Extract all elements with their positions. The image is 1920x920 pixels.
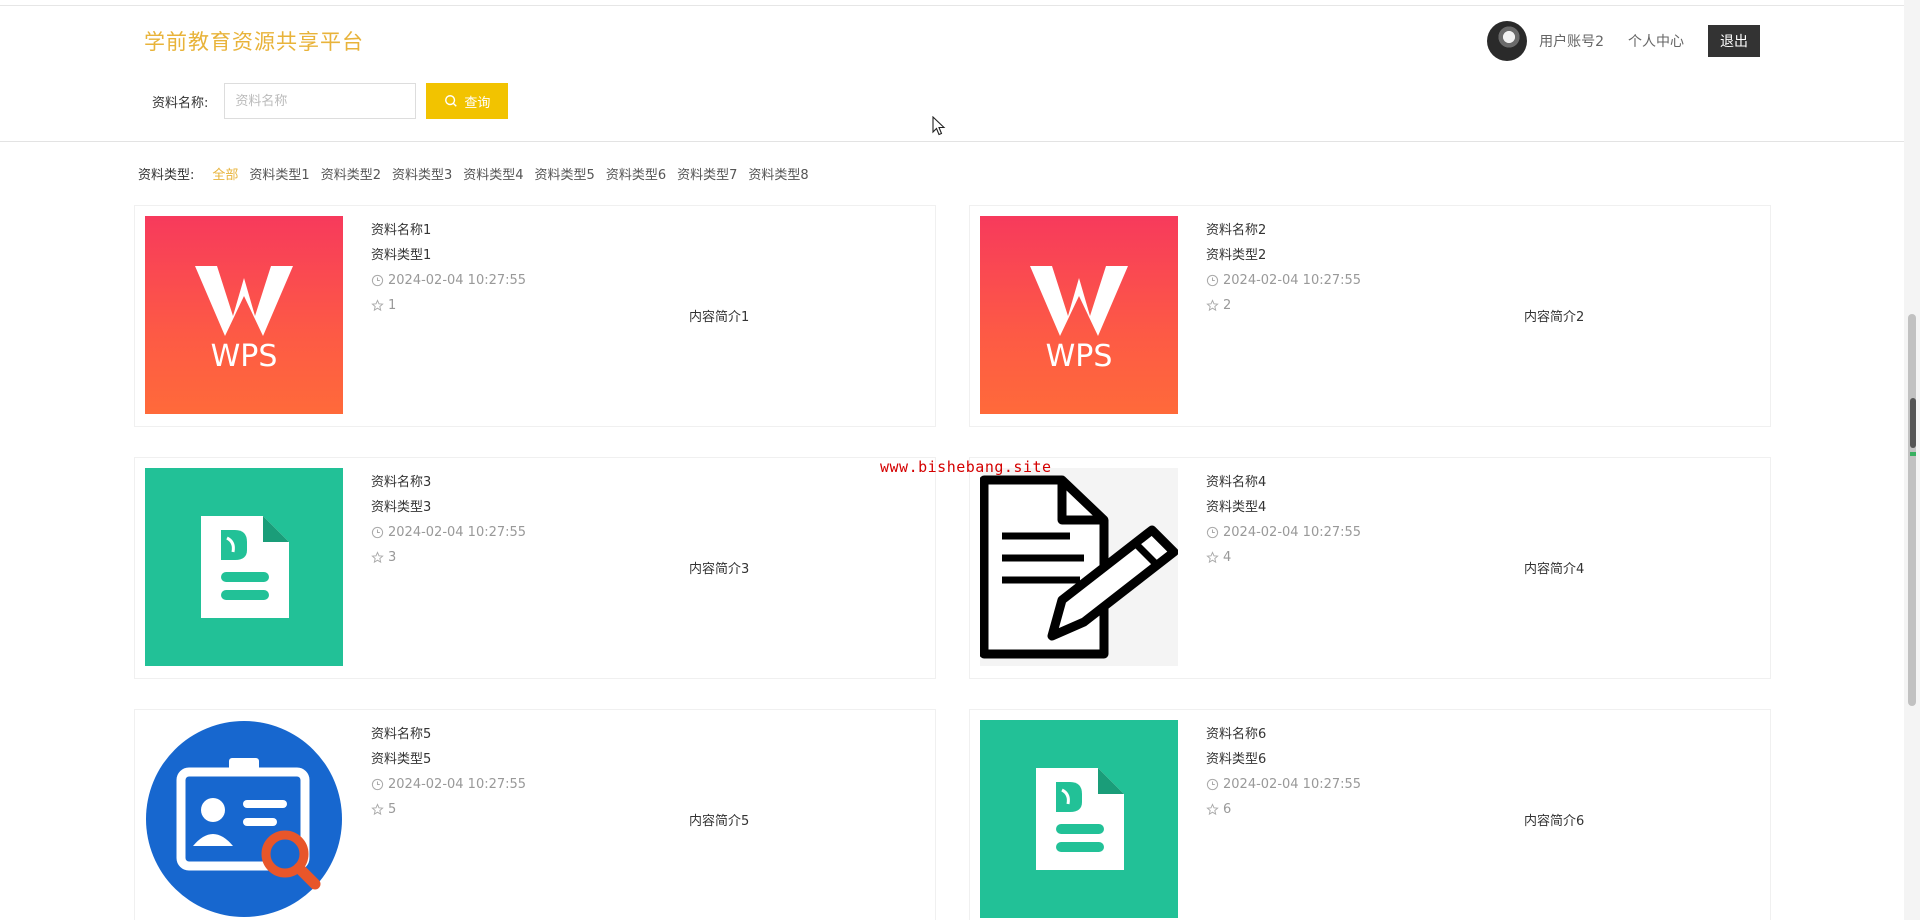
search-button-label: 查询 — [464, 95, 491, 111]
wps-thumbnail[interactable]: WPS — [980, 216, 1178, 414]
star-icon — [371, 299, 384, 312]
search-button[interactable]: 查询 — [426, 83, 509, 119]
filter-all[interactable]: 全部 — [212, 164, 238, 183]
card-info: 资料名称3 资料类型3 2024-02-04 10:27:55 3 — [371, 470, 526, 570]
search-label: 资料名称: — [152, 95, 209, 111]
clock-icon — [371, 778, 384, 791]
filter-type-2[interactable]: 资料类型2 — [321, 164, 381, 183]
clock-icon — [1206, 274, 1219, 287]
resource-name[interactable]: 资料名称5 — [371, 722, 526, 747]
resource-time: 2024-02-04 10:27:55 — [1223, 273, 1362, 288]
resource-type: 资料类型2 — [1206, 248, 1267, 263]
edit-document-thumbnail[interactable] — [980, 468, 1178, 666]
card-info: 资料名称1 资料类型1 2024-02-04 10:27:55 1 — [371, 218, 526, 318]
search-icon — [445, 95, 458, 107]
star-icon — [371, 803, 384, 816]
header: 学前教育资源共享平台 用户账号2 个人中心 退出 资料名称: 查询 — [0, 6, 1904, 142]
resource-summary: 内容简介2 — [1524, 310, 1585, 325]
resource-card[interactable]: 资料名称5 资料类型5 2024-02-04 10:27:55 5 内容简介5 — [134, 709, 936, 920]
resource-name[interactable]: 资料名称1 — [371, 218, 526, 243]
scrollbar-marker — [1910, 398, 1916, 448]
resource-stars: 4 — [1223, 550, 1232, 565]
wps-thumbnail[interactable]: WPS — [145, 216, 343, 414]
star-icon — [371, 551, 384, 564]
resource-type: 资料类型1 — [371, 248, 432, 263]
type-filter: 资料类型: 全部 资料类型1 资料类型2 资料类型3 资料类型4 资料类型5 资… — [138, 164, 820, 183]
search-row: 资料名称: 查询 — [152, 82, 509, 120]
resource-summary: 内容简介3 — [689, 562, 750, 577]
resource-time: 2024-02-04 10:27:55 — [1223, 777, 1362, 792]
wps-logo-icon: WPS — [1030, 266, 1128, 374]
resource-card[interactable]: 资料名称3 资料类型3 2024-02-04 10:27:55 3 内容简介3 — [134, 457, 936, 679]
document-thumbnail[interactable] — [145, 468, 343, 666]
star-icon — [1206, 299, 1219, 312]
resource-card[interactable]: 资料名称6 资料类型6 2024-02-04 10:27:55 6 内容简介6 — [969, 709, 1771, 920]
logout-button[interactable]: 退出 — [1708, 25, 1760, 57]
resource-time: 2024-02-04 10:27:55 — [388, 777, 527, 792]
clock-icon — [1206, 778, 1219, 791]
resource-card[interactable]: WPS 资料名称1 资料类型1 2024-02-04 10:27:55 1 内容… — [134, 205, 936, 427]
clock-icon — [371, 526, 384, 539]
avatar[interactable] — [1487, 21, 1528, 61]
resource-stars: 6 — [1223, 802, 1232, 817]
wps-logo-icon: WPS — [195, 266, 293, 374]
resource-name[interactable]: 资料名称2 — [1206, 218, 1361, 243]
filter-type-7[interactable]: 资料类型7 — [677, 164, 737, 183]
resource-time: 2024-02-04 10:27:55 — [388, 273, 527, 288]
resource-type: 资料类型3 — [371, 500, 432, 515]
resource-name[interactable]: 资料名称4 — [1206, 470, 1361, 495]
filter-label: 资料类型: — [138, 168, 195, 183]
card-info: 资料名称5 资料类型5 2024-02-04 10:27:55 5 — [371, 722, 526, 822]
resource-stars: 5 — [388, 802, 397, 817]
resource-name[interactable]: 资料名称6 — [1206, 722, 1361, 747]
filter-type-6[interactable]: 资料类型6 — [606, 164, 666, 183]
svg-text:WPS: WPS — [211, 339, 278, 374]
clock-icon — [1206, 526, 1219, 539]
mouse-cursor-icon — [932, 116, 946, 136]
resource-stars: 2 — [1223, 298, 1232, 313]
svg-text:WPS: WPS — [1046, 339, 1113, 374]
resource-summary: 内容简介4 — [1524, 562, 1585, 577]
resource-summary: 内容简介6 — [1524, 814, 1585, 829]
resource-type: 资料类型5 — [371, 752, 432, 767]
card-info: 资料名称4 资料类型4 2024-02-04 10:27:55 4 — [1206, 470, 1361, 570]
star-icon — [1206, 803, 1219, 816]
resource-name[interactable]: 资料名称3 — [371, 470, 526, 495]
username-link[interactable]: 用户账号2 — [1539, 31, 1604, 51]
scrollbar-marker-green — [1910, 452, 1916, 456]
resource-type: 资料类型6 — [1206, 752, 1267, 767]
filter-type-8[interactable]: 资料类型8 — [748, 164, 808, 183]
site-title[interactable]: 学前教育资源共享平台 — [144, 26, 364, 56]
resource-stars: 1 — [388, 298, 397, 313]
star-icon — [1206, 551, 1219, 564]
vertical-scrollbar[interactable] — [1904, 0, 1920, 920]
id-card-thumbnail[interactable] — [145, 720, 343, 918]
resource-stars: 3 — [388, 550, 397, 565]
resource-summary: 内容简介1 — [689, 310, 750, 325]
profile-link[interactable]: 个人中心 — [1628, 31, 1684, 51]
document-icon — [1036, 768, 1124, 870]
card-info: 资料名称2 资料类型2 2024-02-04 10:27:55 2 — [1206, 218, 1361, 318]
search-input[interactable] — [224, 83, 417, 119]
resource-card[interactable]: WPS 资料名称2 资料类型2 2024-02-04 10:27:55 2 内容… — [969, 205, 1771, 427]
edit-document-icon — [980, 475, 1178, 659]
card-info: 资料名称6 资料类型6 2024-02-04 10:27:55 6 — [1206, 722, 1361, 822]
filter-type-1[interactable]: 资料类型1 — [249, 164, 309, 183]
scrollbar-thumb[interactable] — [1908, 314, 1916, 706]
resource-time: 2024-02-04 10:27:55 — [388, 525, 527, 540]
resource-type: 资料类型4 — [1206, 500, 1267, 515]
filter-type-3[interactable]: 资料类型3 — [392, 164, 452, 183]
resource-summary: 内容简介5 — [689, 814, 750, 829]
filter-type-5[interactable]: 资料类型5 — [535, 164, 595, 183]
resource-card[interactable]: 资料名称4 资料类型4 2024-02-04 10:27:55 4 内容简介4 — [969, 457, 1771, 679]
user-area: 用户账号2 个人中心 退出 — [1487, 16, 1760, 66]
id-card-search-icon — [146, 721, 342, 917]
resource-time: 2024-02-04 10:27:55 — [1223, 525, 1362, 540]
watermark: www.bishebang.site — [880, 458, 1052, 476]
clock-icon — [371, 274, 384, 287]
filter-type-4[interactable]: 资料类型4 — [463, 164, 523, 183]
document-icon — [201, 516, 289, 618]
document-thumbnail[interactable] — [980, 720, 1178, 918]
